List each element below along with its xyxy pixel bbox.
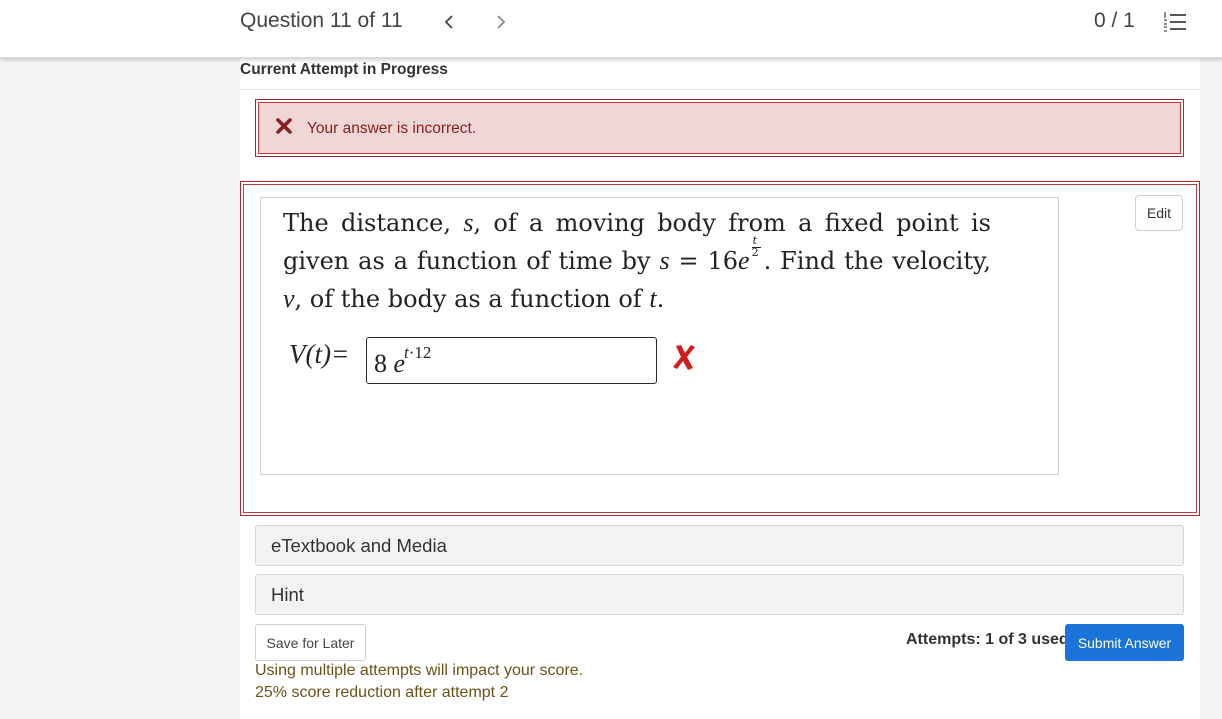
answer-value-base: 8 e — [374, 349, 405, 379]
math-var: v — [283, 284, 295, 313]
hint-section[interactable]: Hint — [255, 574, 1184, 615]
submit-answer-button[interactable]: Submit Answer — [1065, 624, 1184, 661]
answer-exponent: t·12 — [404, 343, 431, 363]
previous-question-button[interactable] — [437, 8, 461, 36]
etextbook-section[interactable]: eTextbook and Media — [255, 525, 1184, 566]
question-content: Current Attempt in Progress Your answer … — [240, 57, 1200, 719]
section-label: Hint — [271, 584, 304, 605]
next-question-button[interactable] — [489, 8, 513, 36]
section-label: eTextbook and Media — [271, 535, 447, 556]
question-box: The distance, s, of a moving body from a… — [240, 181, 1200, 516]
alert-message: Your answer is incorrect. — [307, 120, 477, 137]
answer-input[interactable]: 8 e t·12 — [366, 337, 657, 384]
divider — [240, 89, 1200, 90]
math-var: e — [738, 246, 750, 275]
question-box-inner: The distance, s, of a moving body from a… — [243, 184, 1197, 513]
attempts-warning: Using multiple attempts will impact your… — [255, 662, 584, 679]
exponent-denominator: 2 — [751, 246, 759, 259]
question-list-button[interactable] — [1163, 11, 1187, 33]
score-display: 0 / 1 — [1094, 9, 1135, 32]
incorrect-alert: Your answer is incorrect. — [255, 99, 1184, 157]
edit-button[interactable]: Edit — [1135, 195, 1183, 231]
fraction-exponent: t2 — [750, 235, 764, 262]
save-for-later-button[interactable]: Save for Later — [255, 624, 366, 661]
math-operator: = — [669, 247, 708, 275]
math-var: t — [649, 284, 657, 313]
question-text: The distance, s, of a moving body from a… — [283, 204, 991, 318]
answer-label-text: V(t)= — [289, 339, 350, 369]
question-counter: Question 11 of 11 — [240, 9, 403, 32]
chevron-left-icon — [444, 15, 453, 29]
alert-body: Your answer is incorrect. — [258, 102, 1181, 154]
text-part: , of the body as a function of — [294, 285, 642, 313]
text-part: . — [656, 285, 665, 313]
answer-label: V(t)= — [289, 339, 349, 370]
text-part: . Find the velocity, — [763, 247, 992, 275]
x-mark-icon — [276, 118, 292, 134]
numbered-list-icon — [1164, 12, 1186, 32]
answer-coefficient: 8 — [374, 349, 394, 378]
incorrect-x-icon — [673, 345, 695, 370]
math-var: s — [659, 246, 670, 275]
text-part: The distance, — [283, 209, 452, 237]
question-stem: The distance, s, of a moving body from a… — [260, 197, 1059, 475]
score-reduction-note: 25% score reduction after attempt 2 — [255, 684, 509, 701]
attempts-counter: Attempts: 1 of 3 used — [906, 631, 1069, 648]
math-number: 16 — [707, 247, 739, 275]
chevron-right-icon — [497, 15, 506, 29]
math-var: s — [463, 208, 474, 237]
answer-exponent-rest: ·12 — [408, 343, 432, 362]
top-bar: Question 11 of 11 0 / 1 — [0, 0, 1222, 58]
attempt-heading: Current Attempt in Progress — [240, 61, 448, 78]
